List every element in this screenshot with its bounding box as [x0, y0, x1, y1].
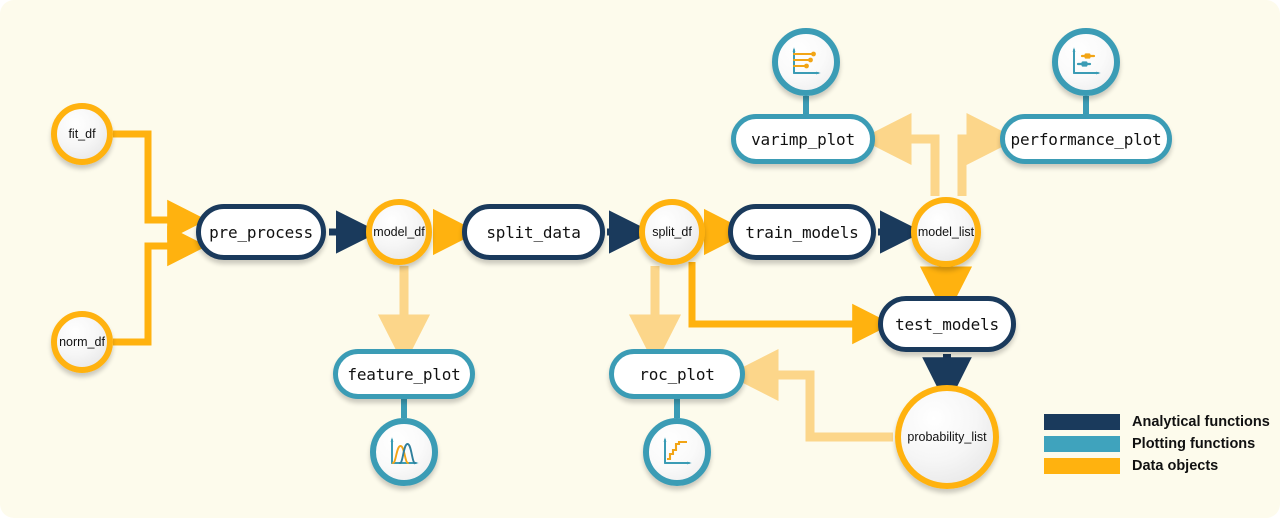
edge-model-list-to-varimp-plot: [860, 112, 940, 196]
legend-swatch-analytical: [1044, 413, 1120, 430]
legend-swatch-data: [1044, 457, 1120, 474]
node-pre-process[interactable]: pre_process: [196, 204, 326, 260]
legend-swatch-plotting: [1044, 435, 1120, 452]
node-feature-plot[interactable]: feature_plot: [333, 349, 475, 399]
step-curve-icon: [658, 433, 696, 471]
node-test-models[interactable]: test_models: [878, 296, 1016, 352]
feature-plot-icon-bubble: [370, 418, 438, 486]
density-curve-icon: [385, 433, 423, 471]
legend-label-plotting: Plotting functions: [1132, 435, 1256, 452]
node-label: varimp_plot: [751, 129, 855, 149]
legend-item-plotting: Plotting functions: [1044, 434, 1270, 453]
node-varimp-plot[interactable]: varimp_plot: [731, 114, 875, 164]
workflow-diagram: fit_df norm_df pre_process model_df spli…: [0, 0, 1280, 518]
node-fit-df[interactable]: fit_df: [51, 103, 113, 165]
performance-plot-icon-bubble: [1052, 28, 1120, 96]
node-label: model_df: [373, 225, 425, 239]
node-label: norm_df: [59, 335, 105, 349]
legend-item-data: Data objects: [1044, 456, 1270, 475]
lollipop-chart-icon: [787, 43, 825, 81]
node-probability-list[interactable]: probability_list: [895, 385, 999, 489]
node-split-data[interactable]: split_data: [462, 204, 605, 260]
legend-label-data: Data objects: [1132, 457, 1219, 474]
node-label: split_data: [486, 222, 581, 242]
node-label: roc_plot: [639, 364, 715, 384]
edge-norm-df-to-pre-process: [113, 225, 208, 346]
node-label: model_list: [917, 225, 975, 239]
node-performance-plot[interactable]: performance_plot: [1000, 114, 1172, 164]
node-label: feature_plot: [347, 364, 461, 384]
node-norm-df[interactable]: norm_df: [51, 311, 113, 373]
varimp-plot-icon-bubble: [772, 28, 840, 96]
edge-fit-df-to-pre-process: [113, 130, 208, 241]
node-model-df[interactable]: model_df: [366, 199, 432, 265]
roc-plot-icon-bubble: [643, 418, 711, 486]
edge-split-df-to-test-models: [688, 262, 893, 345]
error-bar-chart-icon: [1067, 43, 1105, 81]
legend-item-analytical: Analytical functions: [1044, 412, 1270, 431]
node-label: probability_list: [907, 430, 987, 444]
node-train-models[interactable]: train_models: [728, 204, 876, 260]
node-label: train_models: [745, 222, 859, 242]
legend-label-analytical: Analytical functions: [1132, 413, 1270, 430]
node-label: performance_plot: [1010, 129, 1162, 149]
node-split-df[interactable]: split_df: [639, 199, 705, 265]
node-label: split_df: [652, 225, 692, 239]
node-label: fit_df: [68, 127, 96, 141]
edge-probability-list-to-roc-plot: [727, 348, 893, 442]
legend: Analytical functions Plotting functions …: [1044, 412, 1270, 478]
edge-model-list-to-performance-plot: [957, 112, 1018, 196]
node-model-list[interactable]: model_list: [911, 197, 981, 267]
node-label: test_models: [895, 314, 999, 334]
node-label: pre_process: [209, 222, 313, 242]
node-roc-plot[interactable]: roc_plot: [609, 349, 745, 399]
